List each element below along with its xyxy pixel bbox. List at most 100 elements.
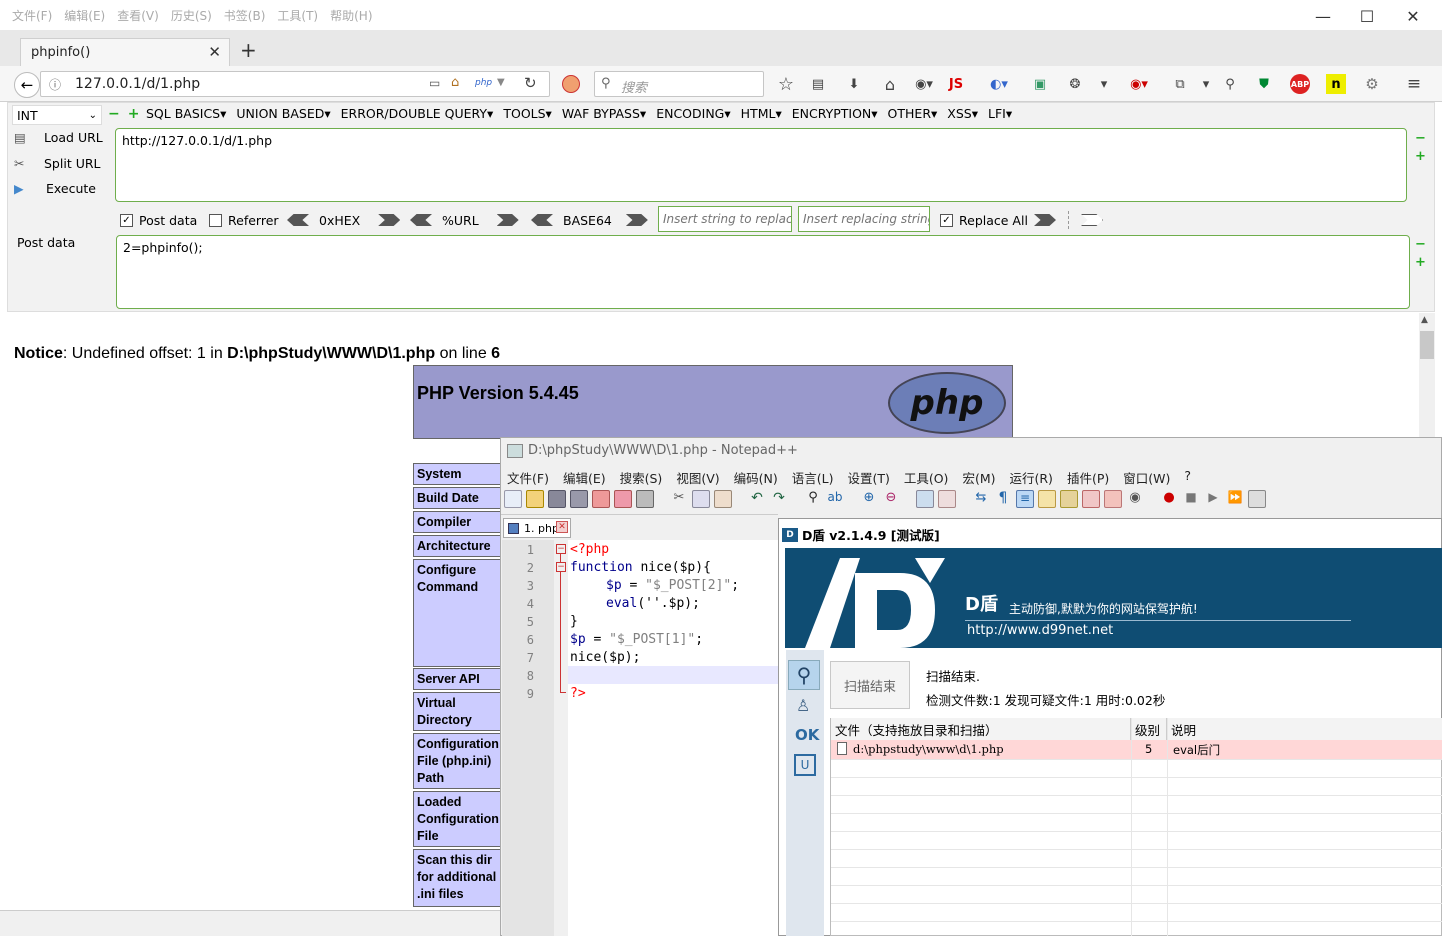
npp-menu-language[interactable]: 语言(L): [792, 468, 834, 487]
paste-icon[interactable]: [714, 490, 732, 508]
cut-icon[interactable]: ✂: [670, 490, 688, 508]
table-row[interactable]: d:\phpstudy\www\d\1.php 5 eval后门: [831, 740, 1442, 759]
find-icon[interactable]: ⚲: [804, 490, 822, 508]
sync-h-icon[interactable]: [938, 490, 956, 508]
type-select[interactable]: INT ⌄: [12, 105, 102, 125]
url-decode-arrow-icon[interactable]: [410, 214, 432, 226]
save-macro-icon[interactable]: [1248, 490, 1266, 508]
replace-arrow-icon[interactable]: [1034, 214, 1056, 226]
shrink-icon[interactable]: −: [1415, 236, 1426, 254]
npp-menu-settings[interactable]: 设置(T): [847, 468, 889, 487]
menu-file[interactable]: 文件(F): [12, 7, 52, 24]
download-icon[interactable]: ⬇: [844, 74, 864, 94]
blocker-icon[interactable]: [562, 75, 580, 93]
base64-encode-arrow-icon[interactable]: [625, 214, 648, 226]
zoom-out-icon[interactable]: −: [108, 106, 120, 122]
copy-icon[interactable]: [692, 490, 710, 508]
hb-menu-other[interactable]: OTHER▾: [888, 106, 938, 121]
hb-menu-lfi[interactable]: LFI▾: [988, 106, 1012, 121]
adblock-icon[interactable]: ABP: [1290, 74, 1310, 94]
shrink-icon[interactable]: −: [1415, 130, 1426, 148]
zoom-in-icon[interactable]: +: [128, 106, 140, 122]
url-textarea[interactable]: http://127.0.0.1/d/1.php: [115, 128, 1407, 202]
replace-all-checkbox[interactable]: ✓: [940, 213, 953, 227]
load-url-button[interactable]: ▤ Load URL: [14, 130, 103, 145]
zoom-in-icon[interactable]: ⊕: [860, 490, 878, 508]
open-file-icon[interactable]: [526, 490, 544, 508]
wrap-icon[interactable]: ⇆: [972, 490, 990, 508]
npp-menu-file[interactable]: 文件(F): [507, 468, 549, 487]
npp-menu-search[interactable]: 搜索(S): [620, 468, 663, 487]
reload-icon[interactable]: ↻: [524, 74, 537, 92]
close-window-icon[interactable]: ✕: [1396, 4, 1430, 28]
npp-menu-help[interactable]: ?: [1184, 468, 1191, 487]
referrer-toggle[interactable]: Referrer: [209, 210, 279, 230]
ok-tool-label[interactable]: OK: [795, 726, 819, 744]
close-file-icon[interactable]: [592, 490, 610, 508]
fold-toggle-icon[interactable]: −: [556, 544, 566, 554]
sync-v-icon[interactable]: [916, 490, 934, 508]
zoom-out-icon[interactable]: ⊖: [882, 490, 900, 508]
back-icon[interactable]: ←: [14, 72, 40, 98]
file-tab[interactable]: 1. php ✕: [503, 518, 571, 538]
doc-map-icon[interactable]: [1038, 490, 1056, 508]
record-macro-icon[interactable]: ●: [1160, 490, 1178, 508]
base64-decode-arrow-icon[interactable]: [531, 214, 553, 226]
new-tab-icon[interactable]: +: [240, 38, 257, 62]
split-url-button[interactable]: ✂ Split URL: [14, 156, 101, 171]
scan-search-icon[interactable]: ⚲: [788, 660, 820, 690]
print-icon[interactable]: [636, 490, 654, 508]
replacing-input[interactable]: [798, 206, 930, 232]
column-header-desc[interactable]: 说明: [1167, 718, 1442, 740]
eye-icon[interactable]: ◉▾: [1124, 74, 1154, 94]
expand-icon[interactable]: +: [1415, 148, 1426, 166]
hb-menu-tools[interactable]: TOOLS▾: [503, 106, 552, 121]
show-all-icon[interactable]: ¶: [994, 490, 1012, 508]
minimize-icon[interactable]: —: [1306, 4, 1340, 28]
search-box[interactable]: ⚲ 搜索: [594, 71, 764, 97]
image-icon[interactable]: ▣: [1030, 74, 1050, 94]
npp-menu-macro[interactable]: 宏(M): [962, 468, 995, 487]
noscript-icon[interactable]: n: [1326, 74, 1346, 94]
npp-menu-view[interactable]: 视图(V): [676, 468, 719, 487]
close-tab-icon[interactable]: ✕: [556, 521, 568, 533]
npp-menu-window[interactable]: 窗口(W): [1123, 468, 1170, 487]
globe-icon[interactable]: ◉▾: [910, 74, 938, 94]
scroll-up-icon[interactable]: ▲: [1421, 315, 1428, 325]
user-tool-icon[interactable]: ♙: [796, 696, 810, 715]
home-icon[interactable]: ⌂: [880, 74, 900, 94]
hb-menu-xss[interactable]: XSS▾: [947, 106, 978, 121]
extension-icon[interactable]: ◐▾: [984, 74, 1014, 94]
reader-icon[interactable]: ▭: [429, 76, 440, 90]
npp-menu-encoding[interactable]: 编码(N): [734, 468, 778, 487]
info-icon[interactable]: ⓘ: [49, 76, 61, 93]
zoom-icon[interactable]: ⚲: [1220, 74, 1240, 94]
scan-button[interactable]: 扫描结束: [830, 661, 910, 709]
run-macro-multiple-icon[interactable]: ⏩: [1226, 490, 1244, 508]
hex-decode-arrow-icon[interactable]: [287, 214, 309, 226]
maximize-icon[interactable]: ☐: [1350, 4, 1384, 28]
close-all-icon[interactable]: [614, 490, 632, 508]
bookmark-star-icon[interactable]: ☆: [776, 74, 796, 95]
menu-history[interactable]: 历史(S): [171, 7, 212, 24]
function-list-icon[interactable]: [1060, 490, 1078, 508]
js-icon[interactable]: JS: [946, 74, 966, 94]
replace-icon[interactable]: ab: [826, 490, 844, 508]
hb-menu-waf-bypass[interactable]: WAF BYPASS▾: [562, 106, 646, 121]
new-file-icon[interactable]: [504, 490, 522, 508]
column-header-level[interactable]: 级别: [1131, 718, 1167, 740]
monitor-icon[interactable]: [1104, 490, 1122, 508]
indent-guide-icon[interactable]: ≡: [1016, 490, 1034, 508]
browser-tab[interactable]: phpinfo() ✕: [20, 38, 230, 66]
hamburger-menu-icon[interactable]: ≡: [1404, 74, 1424, 94]
replace-all-toggle[interactable]: ✓ Replace All: [940, 210, 1028, 230]
fold-toggle-icon[interactable]: −: [556, 562, 566, 572]
dropdown-icon[interactable]: ▾: [1094, 74, 1114, 94]
hb-menu-sql-basics[interactable]: SQL BASICS▾: [146, 106, 226, 121]
folder-workspace-icon[interactable]: [1082, 490, 1100, 508]
menu-edit[interactable]: 编辑(E): [64, 7, 105, 24]
column-header-file[interactable]: 文件（支持拖放目录和扫描）: [831, 718, 1131, 740]
window-tool-icon[interactable]: U: [794, 754, 816, 776]
replace-next-arrow-icon[interactable]: [1081, 214, 1103, 226]
shield-icon[interactable]: ⛊: [1254, 74, 1274, 94]
